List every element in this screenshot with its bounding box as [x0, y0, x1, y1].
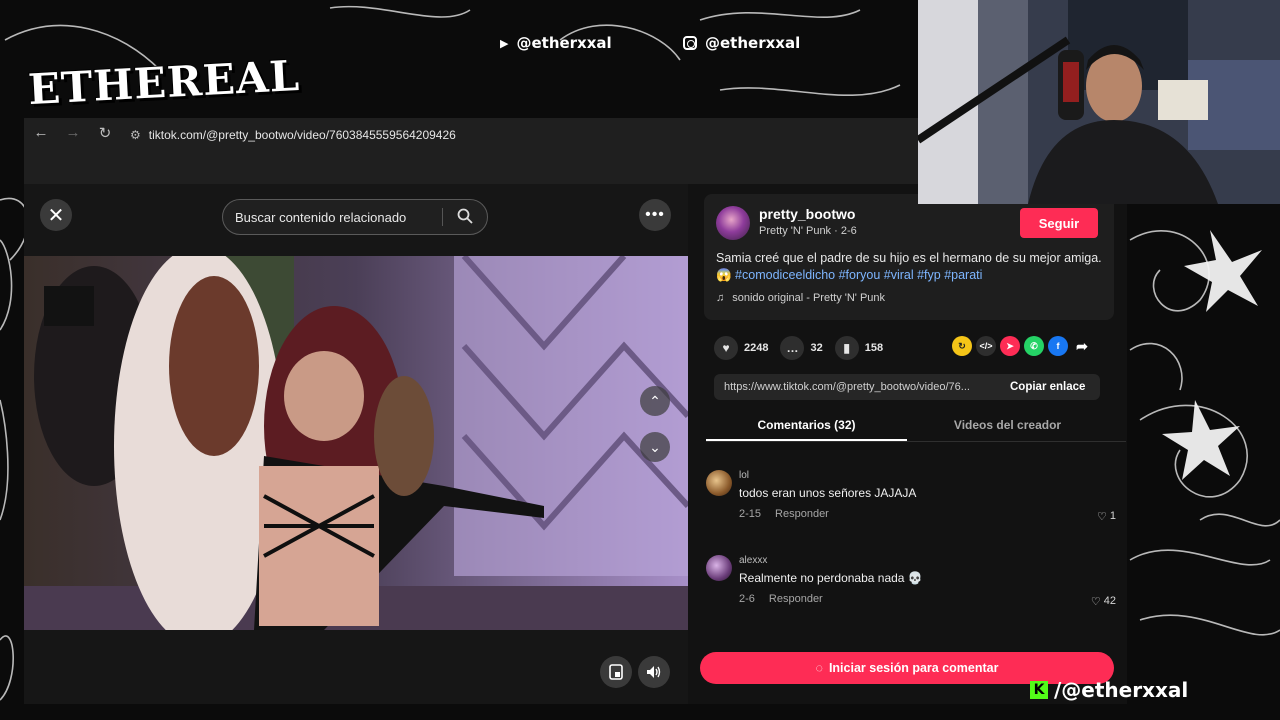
panel-tabs: Comentarios (32) Videos del creador [706, 410, 1126, 442]
volume-button[interactable] [638, 656, 670, 688]
author-subtitle: Pretty 'N' Punk · 2-6 [759, 225, 857, 237]
facebook-icon[interactable]: f [1048, 336, 1068, 356]
video-frame-image [24, 256, 688, 630]
comment-username[interactable]: lol [739, 470, 749, 481]
heart-outline-icon[interactable]: ♡ [1091, 595, 1101, 608]
post-info-card: pretty_bootwo Pretty 'N' Punk · 2-6 Segu… [704, 194, 1114, 320]
browser-toolbar: ← → ↻ ⚙ tiktok.com/@pretty_bootwo/video/… [24, 118, 918, 184]
login-button-label: Iniciar sesión para comentar [828, 661, 999, 675]
related-search-input[interactable]: Buscar contenido relacionado [222, 199, 488, 235]
share-link-text[interactable]: https://www.tiktok.com/@pretty_bootwo/vi… [714, 381, 998, 393]
comment-meta: 2-6 Responder [739, 593, 823, 605]
forward-icon[interactable]: → [64, 124, 82, 142]
youtube-handle-text: @etherxxal [516, 34, 612, 52]
music-info[interactable]: ♫ sonido original - Pretty 'N' Punk [716, 292, 885, 304]
post-side-panel: pretty_bootwo Pretty 'N' Punk · 2-6 Segu… [688, 184, 1127, 704]
post-description: Samia creé que el padre de su hijo es el… [716, 250, 1106, 284]
instagram-icon [683, 36, 697, 50]
tab-creator-videos[interactable]: Videos del creador [907, 410, 1108, 441]
like-count: 2248 [744, 342, 769, 354]
save-count: 158 [864, 342, 884, 354]
avatar[interactable] [706, 555, 732, 581]
kick-handle-text: /@etherxxal [1054, 678, 1189, 702]
more-options-button[interactable]: ••• [639, 199, 671, 231]
webcam-image [918, 0, 1280, 204]
comment-stat[interactable]: … 32 [780, 336, 823, 360]
share-link-box: https://www.tiktok.com/@pretty_bootwo/vi… [714, 374, 1100, 400]
comment-date: 2-6 [739, 593, 755, 605]
comment-username[interactable]: alexxx [739, 555, 767, 566]
reply-button[interactable]: Responder [775, 508, 829, 520]
like-stat[interactable]: ♥ 2248 [714, 336, 768, 360]
comment-date: 2-15 [739, 508, 762, 520]
volume-icon [647, 666, 661, 678]
send-icon[interactable]: ➤ [1000, 336, 1020, 356]
comment-icon[interactable]: … [780, 336, 805, 360]
browser-nav: ← → ↻ [32, 124, 114, 142]
close-button[interactable]: ✕ [40, 199, 72, 231]
music-note-icon: ♫ [716, 292, 725, 304]
next-video-button[interactable]: ⌄ [640, 432, 670, 462]
comment-like-count: 1 [1109, 510, 1116, 522]
search-divider [442, 208, 443, 226]
share-buttons: ↻ </> ➤ ✆ f ➦ [952, 336, 1092, 356]
comment-meta: 2-15 Responder [739, 508, 829, 520]
heart-outline-icon[interactable]: ♡ [1097, 510, 1107, 523]
avatar[interactable] [716, 206, 750, 240]
previous-video-button[interactable]: ⌃ [640, 386, 670, 416]
site-settings-icon[interactable]: ⚙ [130, 128, 141, 142]
kick-icon: K [1030, 681, 1048, 699]
music-title[interactable]: sonido original - Pretty 'N' Punk [732, 292, 885, 304]
author-username[interactable]: pretty_bootwo [759, 206, 855, 222]
bookmark-icon[interactable]: ▮ [834, 336, 859, 360]
instagram-handle: @etherxxal [683, 34, 800, 52]
copy-link-button[interactable]: Copiar enlace [998, 381, 1085, 393]
engagement-stats: ♥ 2248 … 32 ▮ 158 [714, 336, 895, 360]
search-icon[interactable] [457, 208, 473, 224]
tab-comments[interactable]: Comentarios (32) [706, 410, 907, 441]
video-player[interactable] [24, 256, 688, 630]
share-arrow-icon[interactable]: ➦ [1072, 336, 1092, 356]
embed-icon[interactable]: </> [976, 336, 996, 356]
hashtag-links[interactable]: #comodiceeldicho #foryou #viral #fyp #pa… [735, 268, 982, 282]
video-panel: ✕ Buscar contenido relacionado ••• ⌃ ⌄ [24, 184, 688, 704]
save-stat[interactable]: ▮ 158 [834, 336, 884, 360]
comment-like[interactable]: ♡ 42 [1091, 595, 1116, 608]
comment-text: todos eran unos señores JAJAJA [739, 486, 917, 500]
follow-button[interactable]: Seguir [1020, 208, 1098, 238]
pip-icon [609, 664, 623, 680]
comment-count: 32 [810, 342, 823, 354]
heart-icon[interactable]: ♥ [714, 336, 738, 360]
kick-handle: K /@etherxxal [1030, 678, 1188, 702]
search-placeholder: Buscar contenido relacionado [235, 209, 407, 225]
back-icon[interactable]: ← [32, 124, 50, 142]
youtube-play-icon: ▶ [500, 36, 509, 50]
pip-button[interactable] [600, 656, 632, 688]
comment-text: Realmente no perdonaba nada 💀 [739, 571, 923, 585]
address-bar[interactable]: ⚙ tiktok.com/@pretty_bootwo/video/760384… [120, 122, 910, 148]
chat-bubble-icon: ◌ [815, 661, 823, 675]
youtube-handle: ▶ @etherxxal [500, 34, 612, 52]
avatar[interactable] [706, 470, 732, 496]
comment-like-count: 42 [1103, 595, 1116, 607]
repost-icon[interactable]: ↻ [952, 336, 972, 356]
reload-icon[interactable]: ↻ [96, 124, 114, 142]
url-text[interactable]: tiktok.com/@pretty_bootwo/video/76038455… [149, 128, 456, 142]
reply-button[interactable]: Responder [769, 593, 823, 605]
whatsapp-icon[interactable]: ✆ [1024, 336, 1044, 356]
comment-like[interactable]: ♡ 1 [1097, 510, 1116, 523]
instagram-handle-text: @etherxxal [705, 34, 801, 52]
webcam-feed [918, 0, 1280, 204]
